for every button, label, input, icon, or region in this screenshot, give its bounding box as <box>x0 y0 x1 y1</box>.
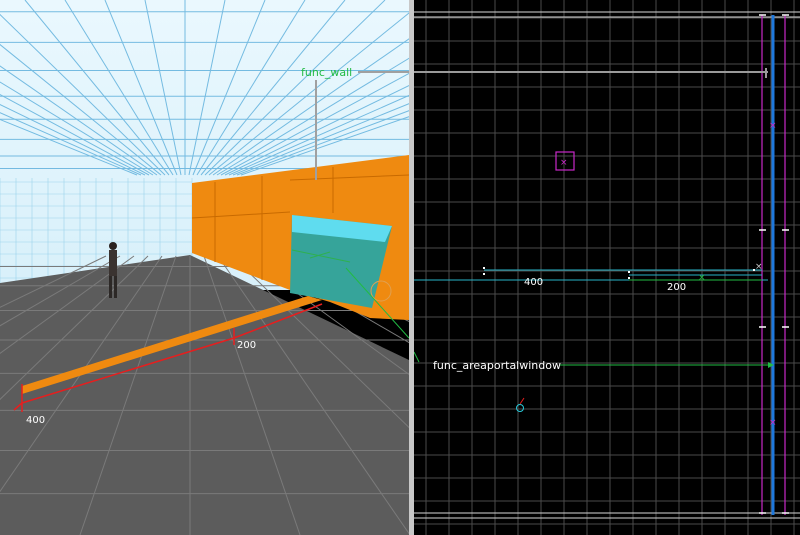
brush-center-cross-lower: × <box>769 418 777 428</box>
brush-center-cross: × <box>769 121 777 131</box>
label-func-wall: func_wall <box>301 66 352 79</box>
dimension-label-2d-400: 400 <box>524 277 543 288</box>
3d-scene[interactable]: func_wall 400 200 <box>0 0 409 535</box>
portal-end-cross: × <box>755 262 763 272</box>
camera-3d-viewport[interactable]: func_wall 400 200 <box>0 0 409 535</box>
2d-grid-view[interactable]: × × × × × 400 200 func_areaportalwindow <box>414 0 800 535</box>
label-func-areaportalwindow: func_areaportalwindow <box>433 359 561 372</box>
dimension-label-200: 200 <box>237 340 256 351</box>
dimension-label-400: 400 <box>26 415 45 426</box>
dimension-label-2d-200: 200 <box>667 282 686 293</box>
portal-center-cross: × <box>698 273 706 283</box>
entity-box-cross: × <box>560 158 568 168</box>
top-2d-viewport[interactable]: × × × × × 400 200 func_areaportalwindow <box>414 0 800 535</box>
